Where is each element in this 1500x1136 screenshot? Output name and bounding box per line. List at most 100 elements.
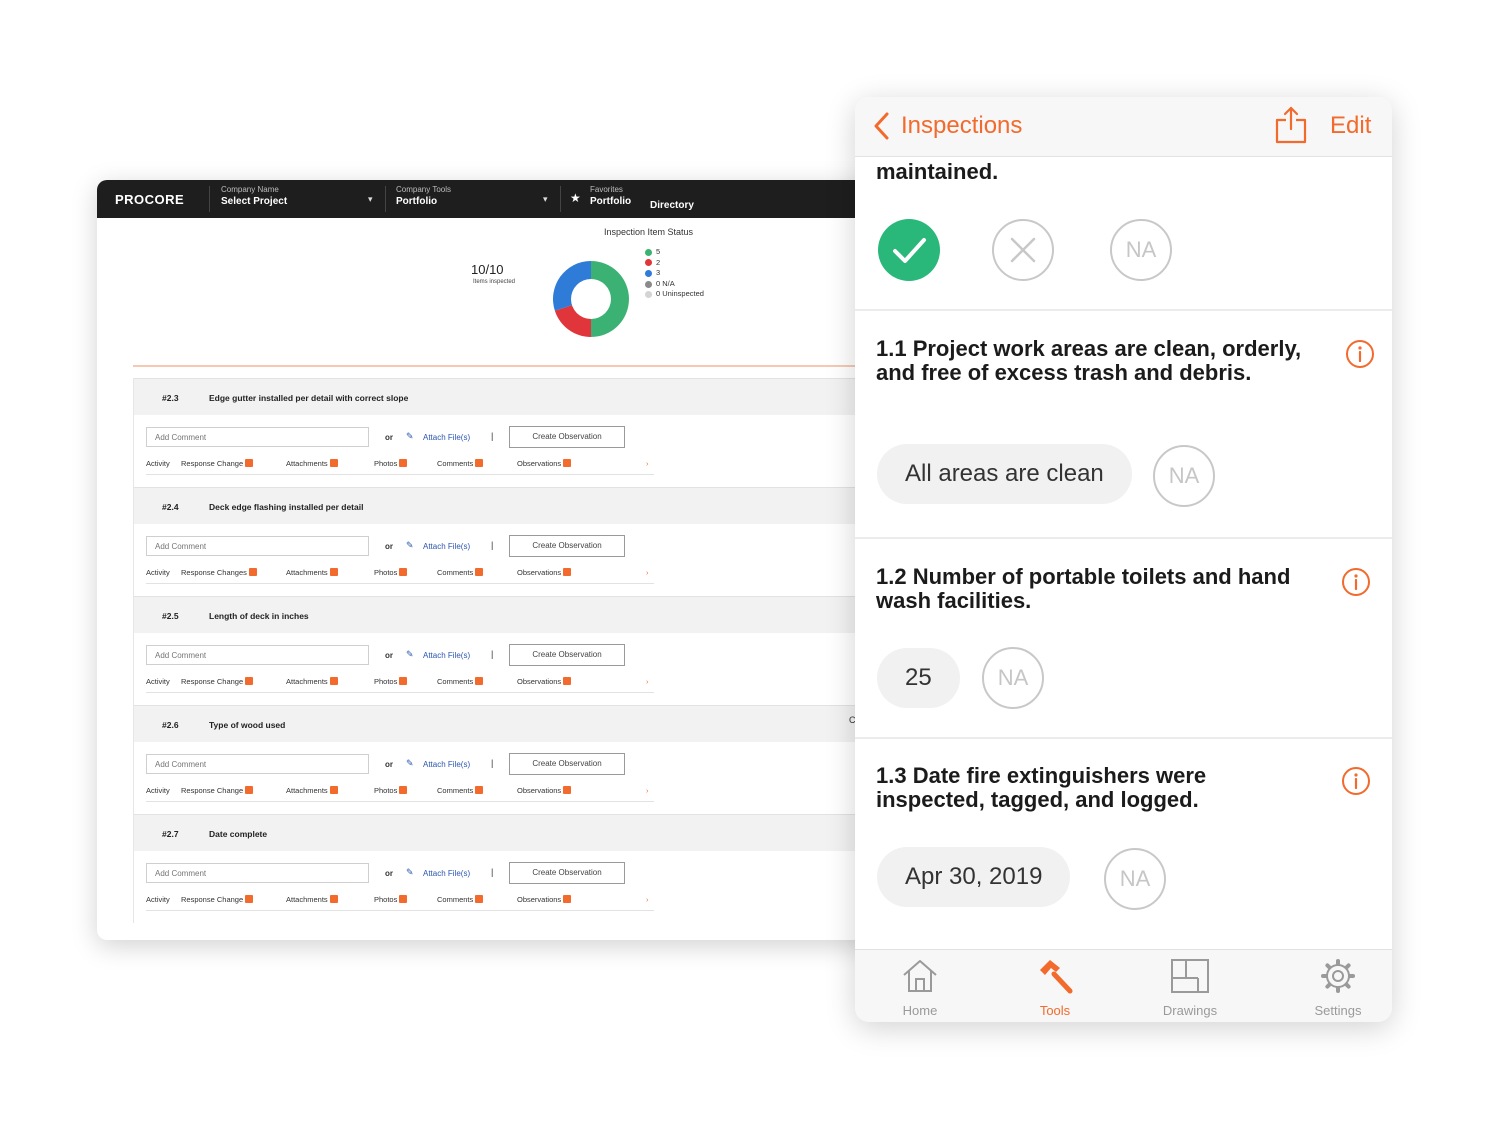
activity-observations[interactable]: Observations (517, 895, 572, 904)
item-header[interactable]: #2.6 Type of wood used (134, 705, 897, 742)
share-icon[interactable] (1274, 105, 1308, 145)
activity-photos[interactable]: Photos (374, 568, 408, 577)
activity-response[interactable]: Response Change (181, 786, 254, 795)
add-comment-input[interactable] (146, 863, 369, 883)
chevron-right-icon[interactable]: › (646, 895, 649, 904)
row-divider (146, 910, 654, 911)
tab-settings[interactable]: Settings (1293, 958, 1383, 1018)
answer-pill[interactable]: Apr 30, 2019 (877, 847, 1071, 907)
activity-photos[interactable]: Photos (374, 786, 408, 795)
chevron-right-icon[interactable]: › (646, 459, 649, 468)
create-observation-button[interactable]: Create Observation (509, 426, 625, 448)
activity-response[interactable]: Response Changes (181, 568, 257, 577)
company-selector[interactable]: Company Name Select Project (221, 185, 287, 207)
or-label: or (385, 542, 393, 551)
attach-files-link[interactable]: Attach File(s) (423, 651, 470, 660)
activity-comments[interactable]: Comments (437, 895, 484, 904)
tab-tools[interactable]: Tools (1010, 958, 1100, 1018)
status-legend: 5 2 3 0 N/A 0 Uninspected (645, 247, 704, 300)
na-button[interactable]: NA (1153, 445, 1215, 507)
tab-drawings[interactable]: Drawings (1145, 958, 1235, 1018)
item-header[interactable]: #2.7 Date complete (134, 814, 897, 851)
activity-comments[interactable]: Comments (437, 677, 484, 686)
activity-comments[interactable]: Comments (437, 459, 484, 468)
create-observation-button[interactable]: Create Observation (509, 644, 625, 666)
item-header[interactable]: #2.5 Length of deck in inches (134, 596, 897, 633)
activity-attachments[interactable]: Attachments (286, 677, 338, 686)
activity-observations[interactable]: Observations (517, 568, 572, 577)
company-value: Select Project (221, 196, 288, 207)
chevron-right-icon[interactable]: › (646, 677, 649, 686)
create-observation-button[interactable]: Create Observation (509, 535, 625, 557)
paperclip-icon[interactable]: ✎ (406, 649, 414, 660)
activity-response[interactable]: Response Change (181, 459, 254, 468)
chevron-down-icon[interactable]: ▾ (543, 194, 548, 205)
paperclip-icon[interactable]: ✎ (406, 758, 414, 769)
activity-observations[interactable]: Observations (517, 459, 572, 468)
legend-dot (645, 248, 652, 256)
chevron-right-icon[interactable]: › (646, 568, 649, 577)
activity-response[interactable]: Response Change (181, 677, 254, 686)
back-button[interactable]: Inspections (901, 112, 1022, 140)
activity-attachments[interactable]: Attachments (286, 786, 338, 795)
count-badge (475, 895, 484, 903)
item-header[interactable]: #2.3 Edge gutter installed per detail wit… (134, 378, 897, 415)
activity-attachments[interactable]: Attachments (286, 895, 338, 904)
create-observation-button[interactable]: Create Observation (509, 862, 625, 884)
item-header[interactable]: #2.4 Deck edge flashing installed per det… (134, 487, 897, 524)
paperclip-icon[interactable]: ✎ (406, 540, 414, 551)
fail-button[interactable] (992, 219, 1054, 281)
info-icon[interactable] (1341, 766, 1371, 796)
add-comment-input[interactable] (146, 645, 369, 665)
chevron-left-icon[interactable] (873, 111, 891, 141)
create-observation-button[interactable]: Create Observation (509, 753, 625, 775)
chevron-right-icon[interactable]: › (646, 786, 649, 795)
chevron-down-icon[interactable]: ▾ (368, 194, 373, 205)
favorite-portfolio[interactable]: Portfolio (590, 196, 631, 207)
legend-dot (645, 291, 652, 299)
attach-files-link[interactable]: Attach File(s) (423, 433, 470, 442)
activity-comments[interactable]: Comments (437, 568, 484, 577)
answer-pill[interactable]: All areas are clean (877, 444, 1132, 504)
activity-text: Comments (437, 677, 474, 686)
activity-text: Attachments (286, 459, 328, 468)
paperclip-icon[interactable]: ✎ (406, 867, 414, 878)
paperclip-icon[interactable]: ✎ (406, 431, 414, 442)
attach-files-link[interactable]: Attach File(s) (423, 542, 470, 551)
add-comment-input[interactable] (146, 427, 369, 447)
row-divider (146, 692, 654, 693)
activity-observations[interactable]: Observations (517, 677, 572, 686)
tab-home[interactable]: Home (875, 958, 965, 1018)
row-divider (146, 801, 654, 802)
info-icon[interactable] (1341, 567, 1371, 597)
attach-files-link[interactable]: Attach File(s) (423, 869, 470, 878)
add-comment-input[interactable] (146, 754, 369, 774)
activity-attachments[interactable]: Attachments (286, 459, 338, 468)
procore-logo[interactable]: PROCORE (115, 192, 184, 207)
item-number: #2.6 (162, 720, 179, 730)
favorite-directory[interactable]: Directory (650, 200, 694, 211)
attach-files-link[interactable]: Attach File(s) (423, 760, 470, 769)
activity-response[interactable]: Response Change (181, 895, 254, 904)
activity-photos[interactable]: Photos (374, 459, 408, 468)
na-button[interactable]: NA (1104, 848, 1166, 910)
activity-observations[interactable]: Observations (517, 786, 572, 795)
add-comment-input[interactable] (146, 536, 369, 556)
check-icon (893, 238, 926, 263)
edit-button[interactable]: Edit (1330, 112, 1371, 140)
star-icon[interactable]: ★ (570, 191, 581, 205)
activity-comments[interactable]: Comments (437, 786, 484, 795)
question-title: 1.2 Number of portable toilets and hand … (876, 564, 1291, 613)
pass-button[interactable] (878, 219, 940, 281)
info-icon[interactable] (1345, 339, 1375, 369)
activity-photos[interactable]: Photos (374, 895, 408, 904)
na-button[interactable]: NA (982, 647, 1044, 709)
activity-photos[interactable]: Photos (374, 677, 408, 686)
na-button[interactable]: NA (1110, 219, 1172, 281)
activity-row: Activity Response Change Attachments Photos… (146, 677, 654, 690)
activity-attachments[interactable]: Attachments (286, 568, 338, 577)
count-badge (399, 568, 408, 576)
tools-selector[interactable]: Company Tools Portfolio (396, 185, 451, 207)
answer-pill[interactable]: 25 (877, 648, 960, 708)
mobile-header: Inspections Edit (855, 97, 1392, 157)
